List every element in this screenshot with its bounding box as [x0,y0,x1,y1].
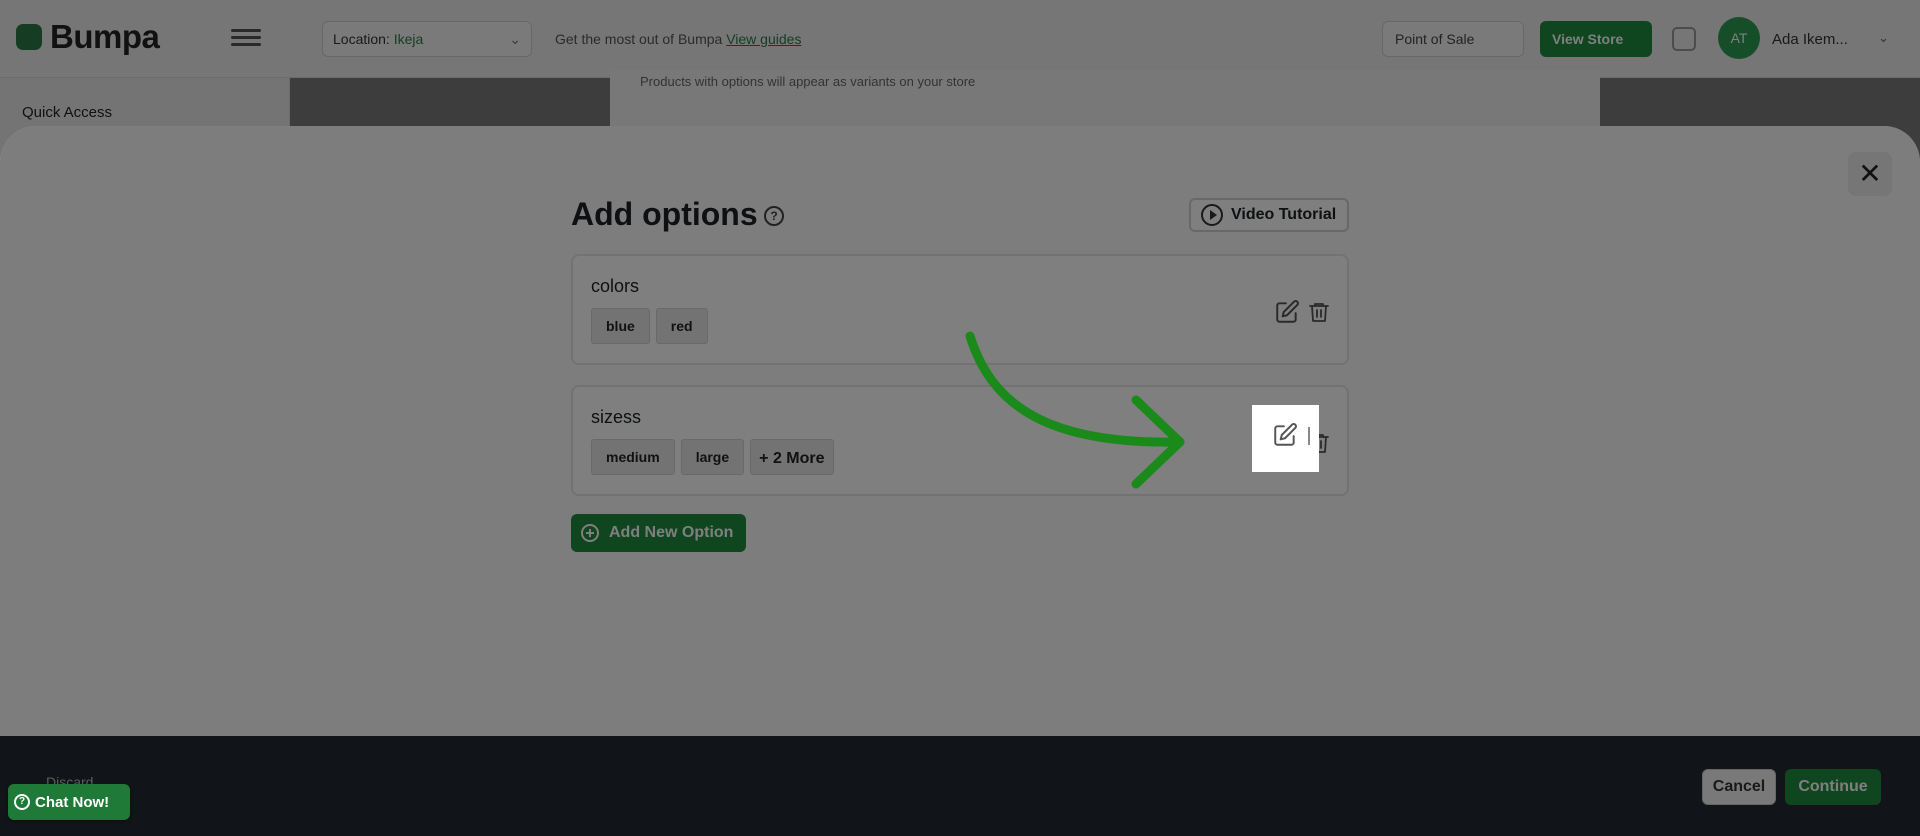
chat-now-label: Chat Now! [35,793,110,811]
chat-now-button[interactable]: ? Chat Now! [8,784,130,820]
edit-option-spotlight[interactable] [1252,405,1319,472]
pointer-arrow-icon [965,331,1185,489]
help-icon: ? [14,794,30,810]
edit-icon[interactable] [1272,422,1298,448]
trash-icon-edge [1308,427,1312,445]
